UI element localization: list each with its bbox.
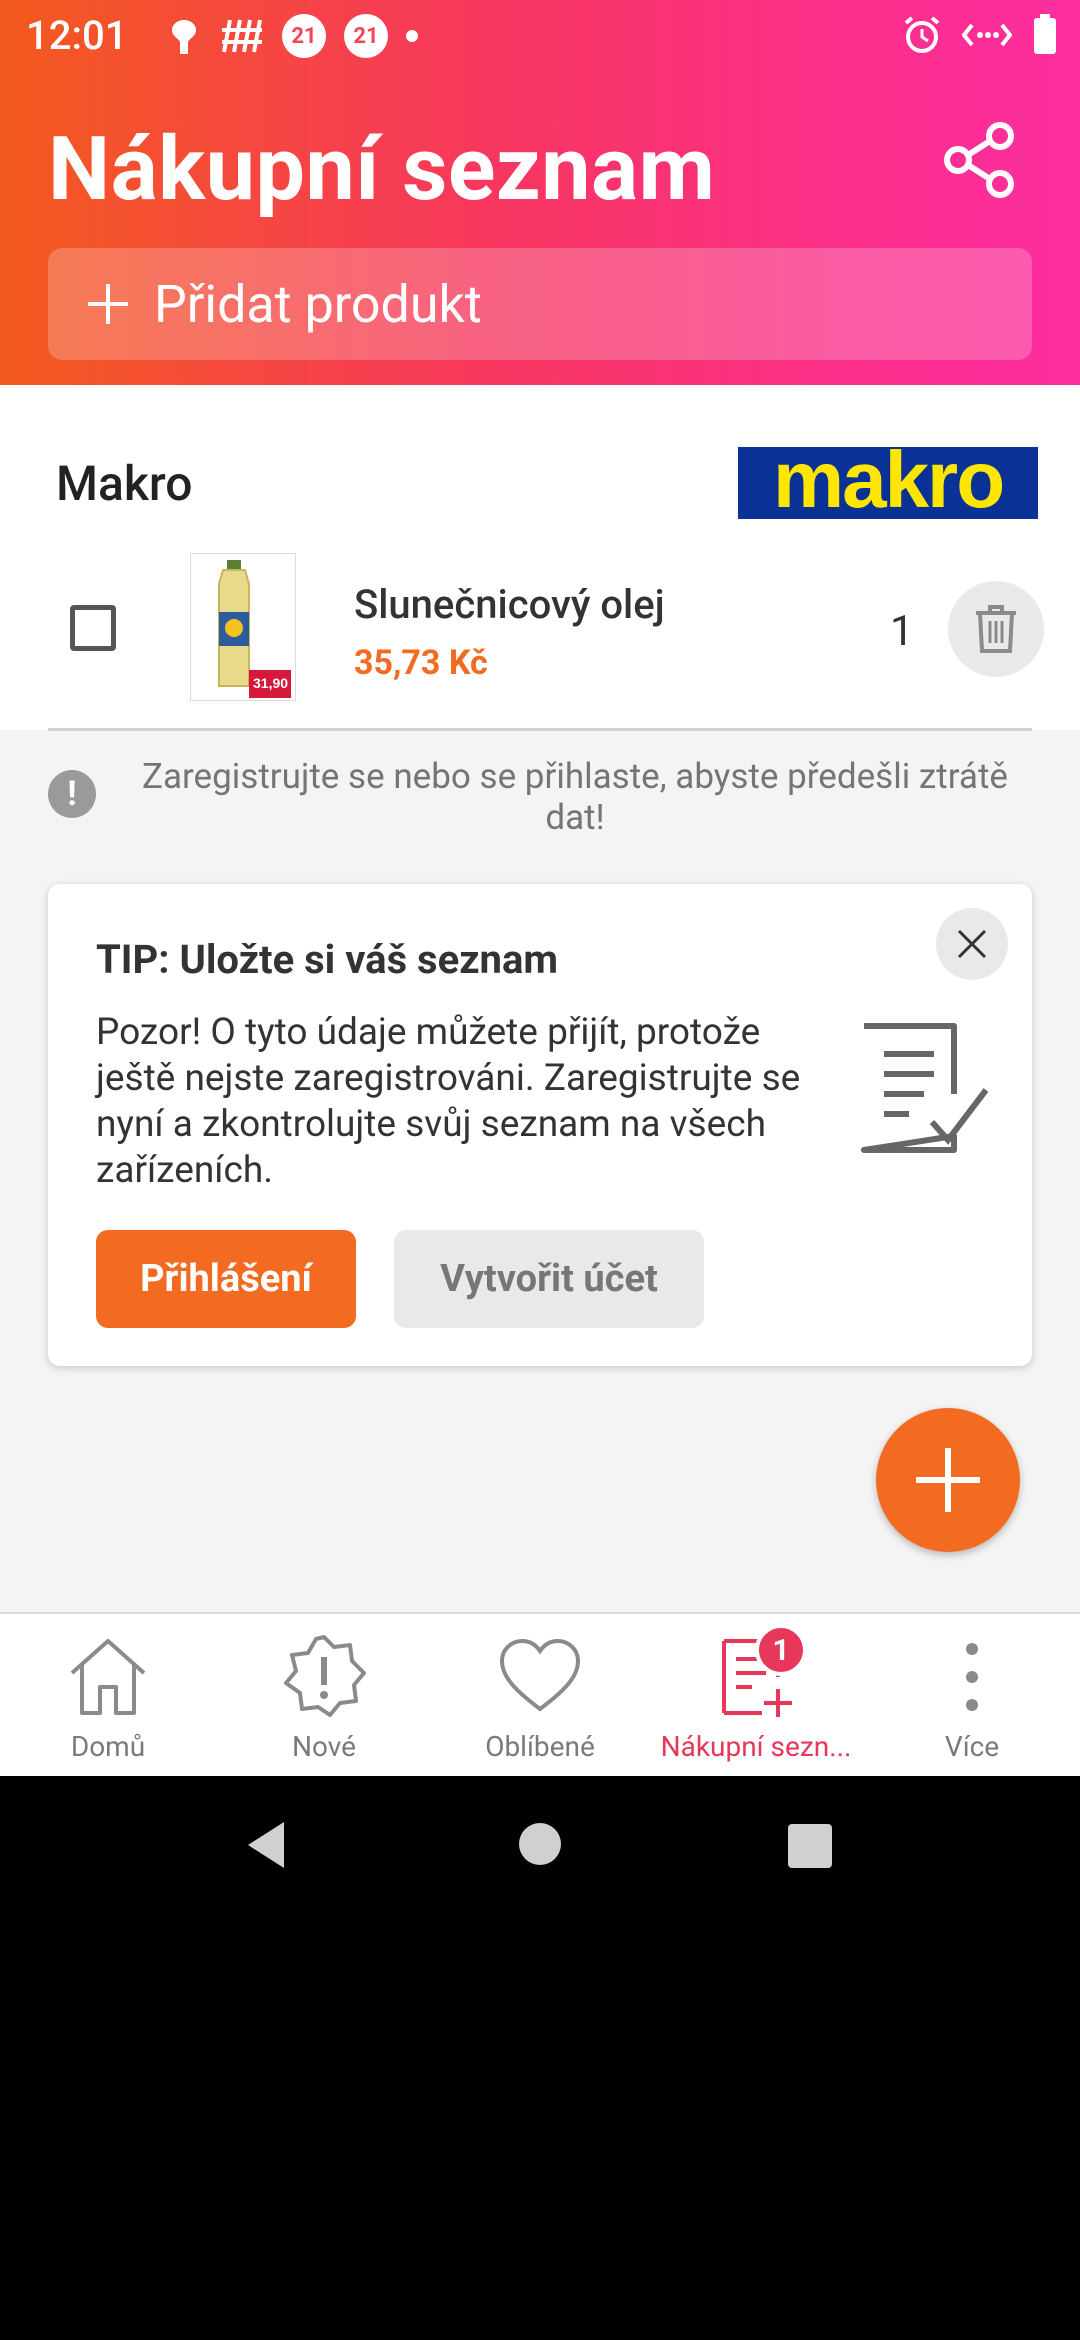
nav-label-new: Nové [292, 1730, 356, 1763]
section-divider [48, 728, 1032, 731]
app-screen: 12:01 21 21 Nákupní seznam Přidat produk… [0, 0, 1080, 1778]
product-image: 31,90 [190, 553, 296, 701]
item-checkbox[interactable] [70, 605, 116, 651]
product-quantity[interactable]: 1 [890, 607, 914, 656]
store-name: Makro [56, 455, 193, 512]
status-notification-icons: 21 21 [166, 14, 418, 58]
data-transfer-icon [962, 23, 1012, 47]
delete-item-button[interactable] [948, 581, 1044, 677]
notif-21-icon-2: 21 [344, 14, 388, 58]
nav-item-home[interactable]: Domů [0, 1614, 216, 1778]
shopping-list-badge: 1 [755, 1624, 807, 1676]
status-time: 12:01 [26, 12, 128, 59]
header: 12:01 21 21 Nákupní seznam Přidat produk… [0, 0, 1080, 385]
oil-bottle-image: 31,90 [218, 560, 291, 698]
login-button[interactable]: Přihlášení [96, 1230, 356, 1328]
home-circle-icon[interactable] [518, 1822, 562, 1866]
tip-close-button[interactable] [936, 908, 1008, 980]
more-vertical-icon [966, 1643, 978, 1711]
product-name[interactable]: Slunečnicový olej [354, 581, 665, 628]
page-title: Nákupní seznam [48, 118, 716, 221]
register-notice: Zaregistrujte se nebo se přihlaste, abys… [142, 756, 1008, 838]
plus-icon [88, 284, 128, 324]
nav-label-favorites: Oblíbené [485, 1730, 595, 1763]
new-badge-icon [284, 1635, 366, 1717]
bell-pepper-icon [172, 20, 196, 54]
hashtag-icon [222, 19, 262, 53]
image-price-tag: 31,90 [253, 675, 288, 691]
back-icon[interactable] [244, 1820, 288, 1870]
notif-21-icon: 21 [282, 14, 326, 58]
store-section: Makro makro 31,90 Slunečnicový olej 35,7… [0, 385, 1080, 730]
checklist-icon [861, 1023, 989, 1153]
nav-item-favorites[interactable]: Oblíbené [432, 1614, 648, 1778]
home-icon [70, 1639, 146, 1715]
nav-item-more[interactable]: Více [864, 1614, 1080, 1778]
nav-item-new[interactable]: Nové [216, 1614, 432, 1778]
status-system-icons [902, 14, 1058, 56]
more-notifications-dot [406, 30, 418, 42]
close-icon [957, 929, 987, 959]
tip-card: TIP: Uložte si váš seznam Pozor! O tyto … [48, 884, 1032, 1366]
makro-logo: makro [738, 440, 1038, 520]
share-icon[interactable] [940, 120, 1020, 200]
makro-logo-text: makro [772, 435, 1005, 524]
add-product-label: Přidat produkt [154, 273, 482, 335]
battery-icon [1034, 14, 1056, 54]
bottom-navigation: Domů Nové Oblíbené 1 Nákupní sezn... Víc… [0, 1612, 1080, 1778]
tip-body: Pozor! O tyto údaje můžete přijít, proto… [96, 1011, 801, 1192]
nav-label-shopping-list: Nákupní sezn... [660, 1730, 852, 1763]
tip-title: TIP: Uložte si váš seznam [96, 936, 559, 983]
nav-item-shopping-list[interactable]: 1 Nákupní sezn... [648, 1614, 864, 1778]
heart-icon [499, 1638, 581, 1712]
nav-label-more: Více [944, 1730, 1000, 1763]
status-bar: 12:01 21 21 [0, 0, 1080, 72]
create-account-button[interactable]: Vytvořit účet [394, 1230, 704, 1328]
plus-icon [916, 1448, 980, 1512]
add-product-button[interactable]: Přidat produkt [48, 248, 1032, 360]
trash-icon [976, 605, 1016, 653]
android-navigation-bar [0, 1776, 1080, 1916]
add-fab-button[interactable] [876, 1408, 1020, 1552]
recents-icon[interactable] [788, 1824, 832, 1868]
product-price: 35,73 Kč [354, 643, 488, 683]
nav-label-home: Domů [70, 1730, 146, 1763]
warning-icon: ! [48, 770, 96, 818]
alarm-icon [904, 16, 940, 53]
